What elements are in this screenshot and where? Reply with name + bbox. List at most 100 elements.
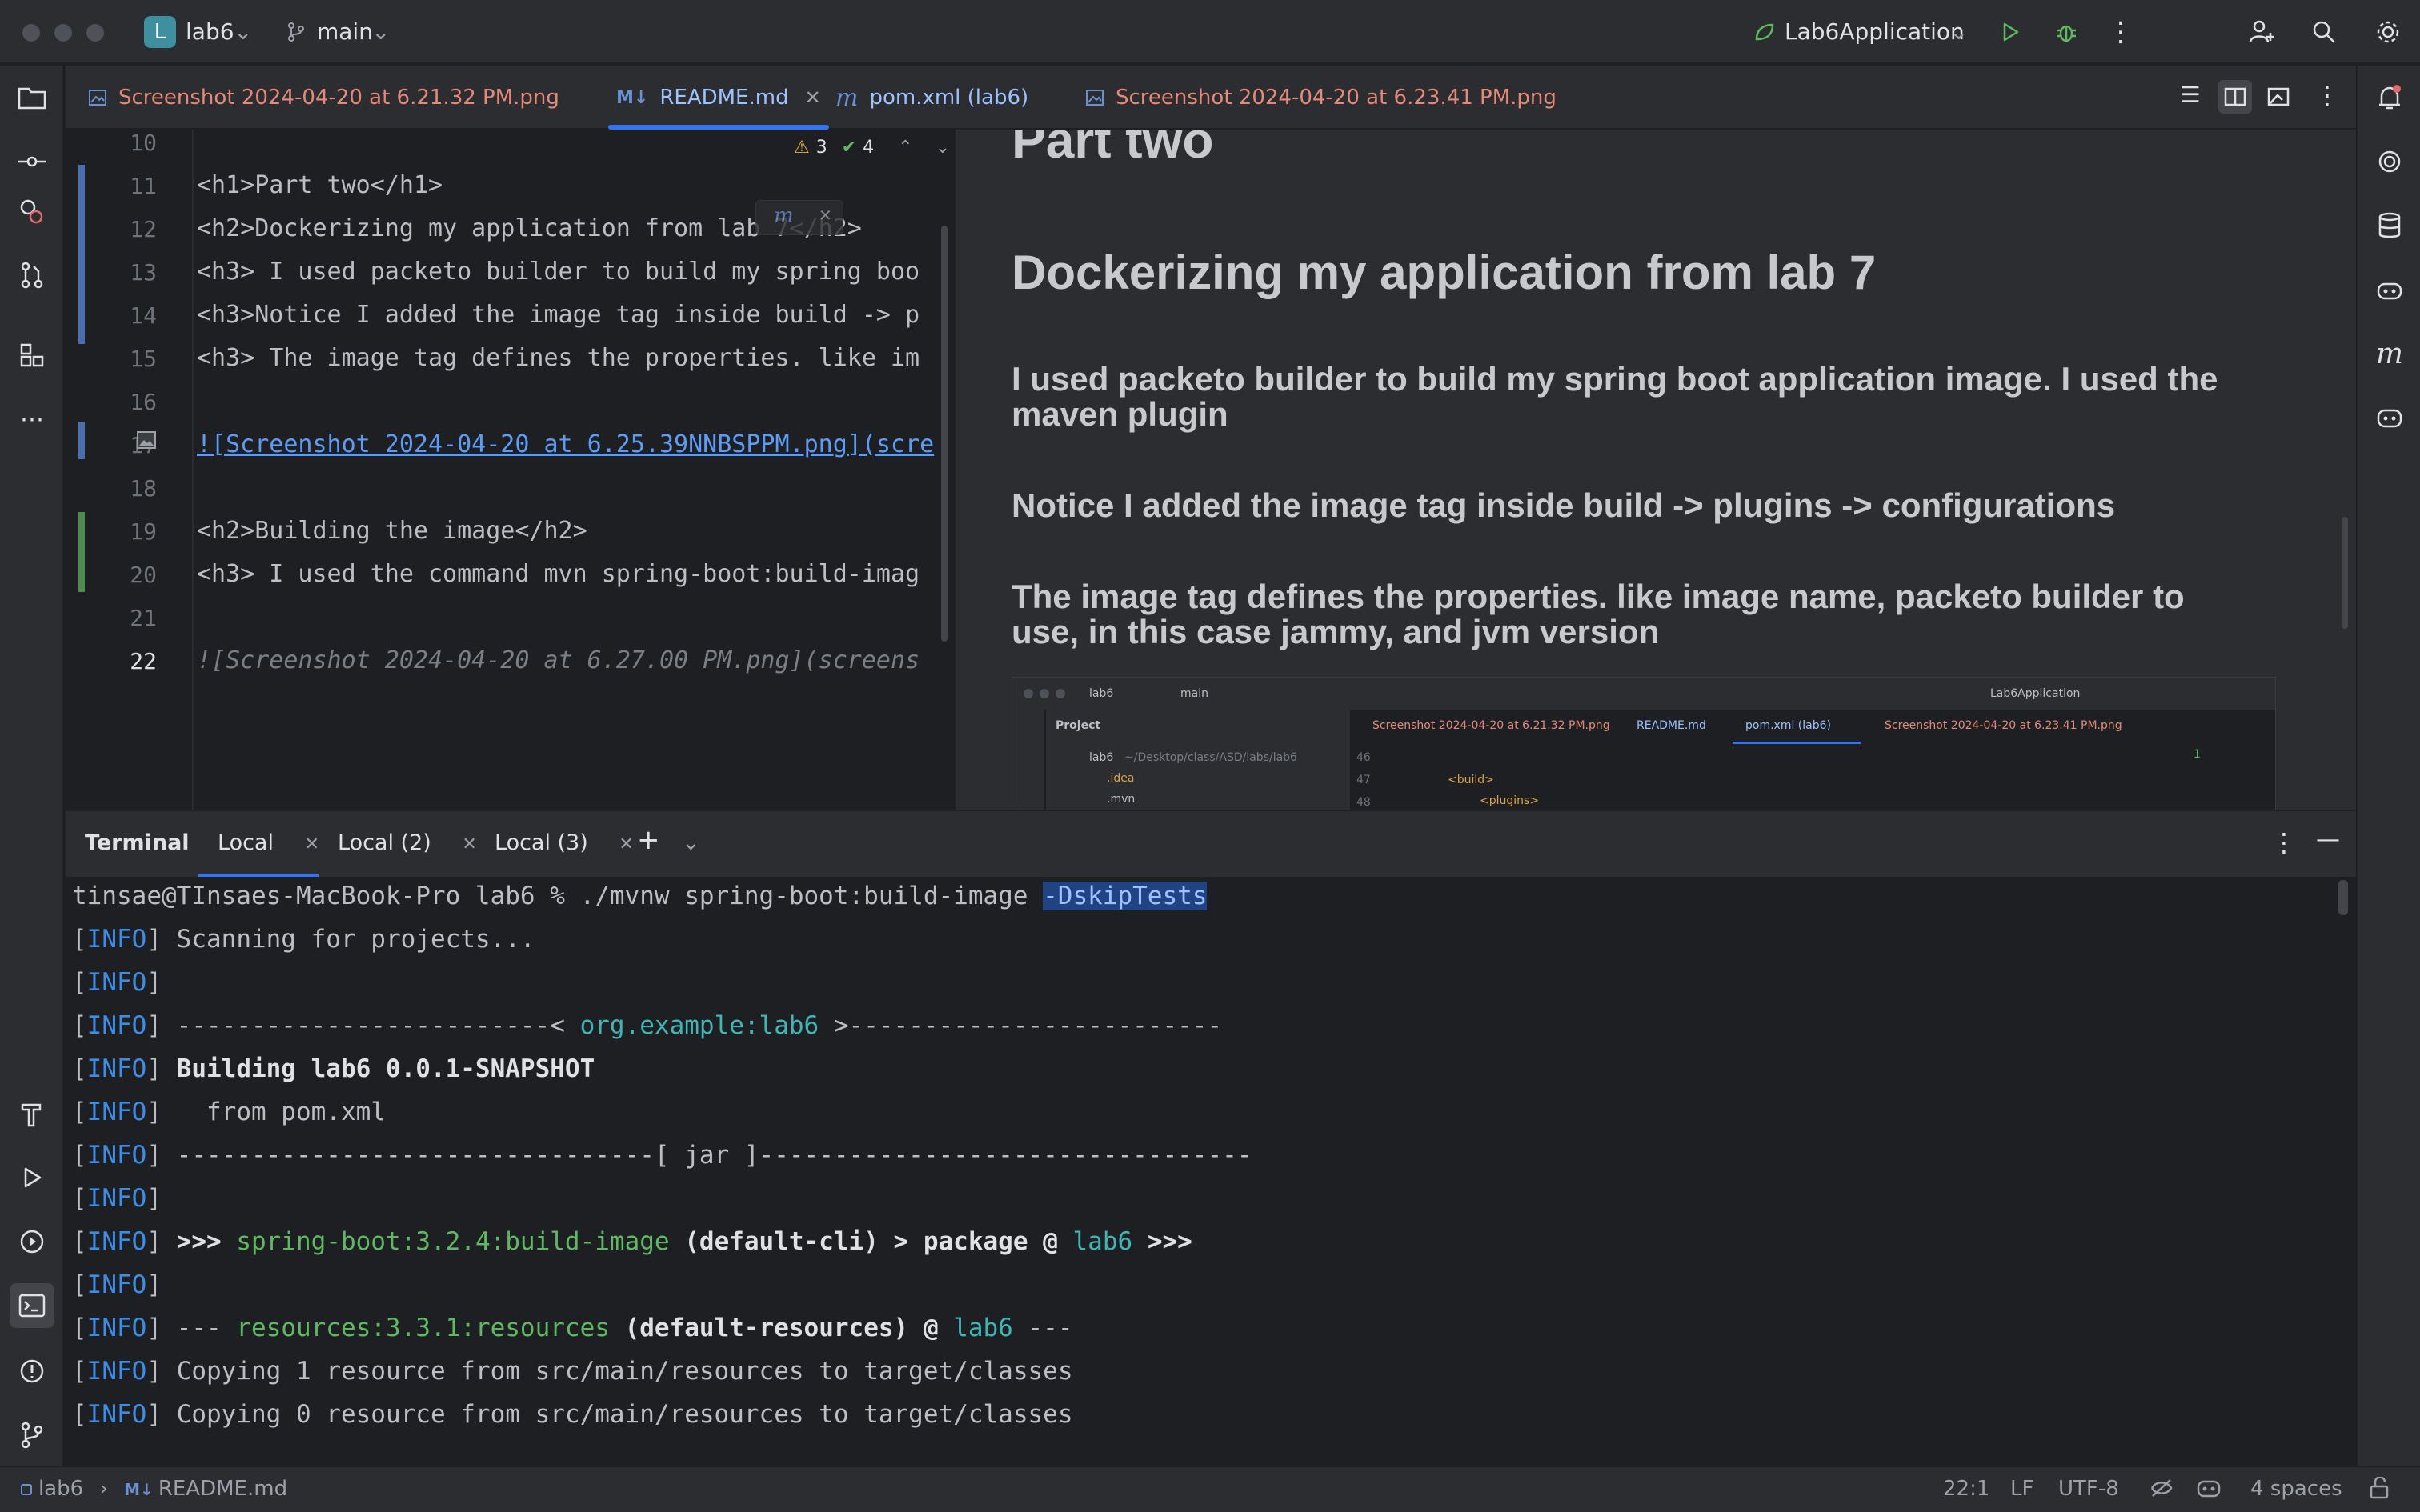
- copilot-status-icon[interactable]: [2196, 1477, 2222, 1505]
- run-icon[interactable]: [1994, 16, 2026, 48]
- project-name[interactable]: lab6: [186, 18, 234, 46]
- caret-position[interactable]: 22:1: [1943, 1477, 1989, 1501]
- close-tab-icon[interactable]: ✕: [462, 834, 476, 854]
- next-highlight-icon[interactable]: ⌄: [936, 138, 950, 158]
- structure-icon[interactable]: [16, 339, 48, 371]
- add-user-icon[interactable]: [2246, 16, 2278, 48]
- floating-toolbar[interactable]: m ✕: [755, 200, 843, 235]
- line-number: 16: [130, 389, 157, 415]
- line-number: 11: [130, 173, 157, 199]
- prev-highlight-icon[interactable]: ⌃: [898, 138, 912, 158]
- terminal-line: [INFO]: [72, 1270, 162, 1299]
- preview-scrollbar[interactable]: [2342, 517, 2348, 629]
- mini-tab: Screenshot 2024-04-20 at 6.23.41 PM.png: [1885, 719, 2122, 732]
- tab-readme[interactable]: M↓ README.md ✕: [608, 66, 829, 130]
- file-encoding[interactable]: UTF-8: [2058, 1477, 2119, 1501]
- line-separator[interactable]: LF: [2010, 1477, 2033, 1501]
- close-tab-icon[interactable]: ✕: [305, 834, 319, 854]
- copilot-chat-icon[interactable]: [2374, 402, 2406, 434]
- chevron-down-icon[interactable]: ⌄: [234, 18, 252, 46]
- branch-name[interactable]: main: [317, 18, 373, 46]
- close-icon[interactable]: ✕: [819, 206, 832, 225]
- chevron-down-icon[interactable]: ⌄: [682, 830, 700, 855]
- branch-icon[interactable]: [280, 16, 312, 48]
- minimize-panel-icon[interactable]: —: [2316, 826, 2340, 854]
- git-icon[interactable]: [16, 1419, 48, 1451]
- debug-icon[interactable]: [2050, 16, 2082, 48]
- terminal-scrollbar[interactable]: [2338, 880, 2348, 915]
- spring-boot-icon: [1748, 16, 1780, 48]
- maven-icon[interactable]: m: [2374, 338, 2406, 370]
- project-folder-icon[interactable]: [16, 82, 48, 114]
- preview-only-icon[interactable]: [2263, 82, 2294, 112]
- build-hammer-icon[interactable]: [16, 1098, 48, 1130]
- search-icon[interactable]: [2308, 16, 2340, 48]
- problems-icon[interactable]: [16, 1355, 48, 1387]
- indent-setting[interactable]: 4 spaces: [2250, 1477, 2342, 1501]
- ai-assistant-icon[interactable]: [2374, 146, 2406, 178]
- minimize-window-button[interactable]: [54, 24, 72, 42]
- maven-reload-icon[interactable]: m: [774, 204, 794, 228]
- code-line: <h3> I used packeto builder to build my …: [197, 258, 920, 286]
- close-window-button[interactable]: [22, 24, 40, 42]
- notifications-bell-icon[interactable]: [2374, 82, 2406, 114]
- editor-scrollbar[interactable]: [941, 226, 948, 642]
- markdown-editor[interactable]: 10 11 12 13 14 15 16 17 18 19 20 21 22 <…: [66, 130, 954, 810]
- mini-tree-mvn: .mvn: [1107, 793, 1136, 806]
- more-tools-icon[interactable]: ⋯: [16, 403, 48, 435]
- database-icon[interactable]: [2374, 210, 2406, 242]
- settings-gear-icon[interactable]: [2372, 16, 2404, 48]
- terminal-icon[interactable]: [10, 1283, 54, 1328]
- breadcrumb[interactable]: lab6 › M↓ README.md: [21, 1477, 287, 1501]
- check-icon: ✔: [841, 138, 857, 158]
- tab-actions-icon[interactable]: ⋮: [2314, 80, 2340, 112]
- status-bar: lab6 › M↓ README.md 22:1 LF UTF-8 4 space…: [0, 1466, 2420, 1512]
- preview-paragraph: I used packeto builder to build my sprin…: [1012, 360, 2218, 433]
- editor-only-view-icon[interactable]: ☰: [2175, 82, 2206, 112]
- zoom-window-button[interactable]: [86, 24, 104, 42]
- pull-requests-icon[interactable]: [16, 259, 48, 291]
- inspections-off-icon[interactable]: [2150, 1477, 2174, 1505]
- image-file-icon: [88, 88, 107, 107]
- check-count: 4: [863, 138, 875, 158]
- close-tab-icon[interactable]: ✕: [619, 834, 633, 854]
- project-badge[interactable]: L: [144, 16, 176, 48]
- mini-branch: main: [1180, 687, 1208, 700]
- markdown-icon: M↓: [616, 87, 649, 108]
- mini-code: <build>: [1448, 774, 1494, 786]
- code-line-current: ![Screenshot 2024-04-20 at 6.27.00 PM.pn…: [197, 646, 920, 674]
- split-divider[interactable]: [954, 130, 956, 810]
- terminal-tab-local[interactable]: Local ✕: [218, 830, 319, 855]
- tab-screenshot-623[interactable]: Screenshot 2024-04-20 at 6.23.41 PM.png: [1085, 66, 1557, 130]
- terminal-options-icon[interactable]: ⋮: [2271, 827, 2297, 858]
- run-tool-icon[interactable]: [16, 1162, 48, 1194]
- close-tab-icon[interactable]: ✕: [805, 86, 821, 109]
- terminal-line: [INFO]: [72, 968, 162, 997]
- services-run-icon[interactable]: [16, 1226, 48, 1258]
- tab-pom[interactable]: m pom.xml (lab6): [835, 66, 1028, 130]
- tab-screenshot-621[interactable]: Screenshot 2024-04-20 at 6.21.32 PM.png: [88, 66, 559, 130]
- split-view-icon[interactable]: [2218, 80, 2252, 114]
- more-actions-icon[interactable]: ⋮: [2105, 16, 2137, 48]
- commit-icon[interactable]: [16, 146, 48, 178]
- chevron-down-icon[interactable]: ⌄: [1949, 18, 1968, 46]
- terminal-line: [INFO] Scanning for projects...: [72, 925, 535, 954]
- run-config-name[interactable]: Lab6Application: [1785, 18, 1965, 46]
- preview-h2: Dockerizing my application from lab 7: [1012, 246, 1877, 299]
- services-icon[interactable]: [16, 195, 48, 227]
- warning-icon: ⚠: [794, 138, 810, 158]
- terminal-output[interactable]: tinsae@TInsaes-MacBook-Pro lab6 % ./mvnw…: [66, 877, 2356, 1466]
- image-gutter-icon[interactable]: [136, 430, 157, 453]
- copilot-icon[interactable]: [2374, 274, 2406, 306]
- lock-icon[interactable]: [2369, 1476, 2390, 1505]
- terminal-tab-local-3[interactable]: Local (3) ✕: [495, 830, 634, 855]
- left-tool-window-bar: ⋯: [0, 66, 64, 1466]
- chevron-down-icon[interactable]: ⌄: [371, 18, 390, 46]
- terminal-tab-local-2[interactable]: Local (2) ✕: [338, 830, 477, 855]
- new-tab-plus-icon[interactable]: +: [637, 824, 660, 856]
- gutter-separator: [192, 130, 194, 810]
- mini-traffic: [1040, 689, 1049, 698]
- markdown-preview[interactable]: Part two Dockerizing my application from…: [956, 130, 2356, 810]
- inspection-widget[interactable]: ⚠ 3 ✔ 4 ⌃ ⌄: [794, 138, 951, 158]
- terminal-line: [INFO] Copying 0 resource from src/main/…: [72, 1400, 1073, 1429]
